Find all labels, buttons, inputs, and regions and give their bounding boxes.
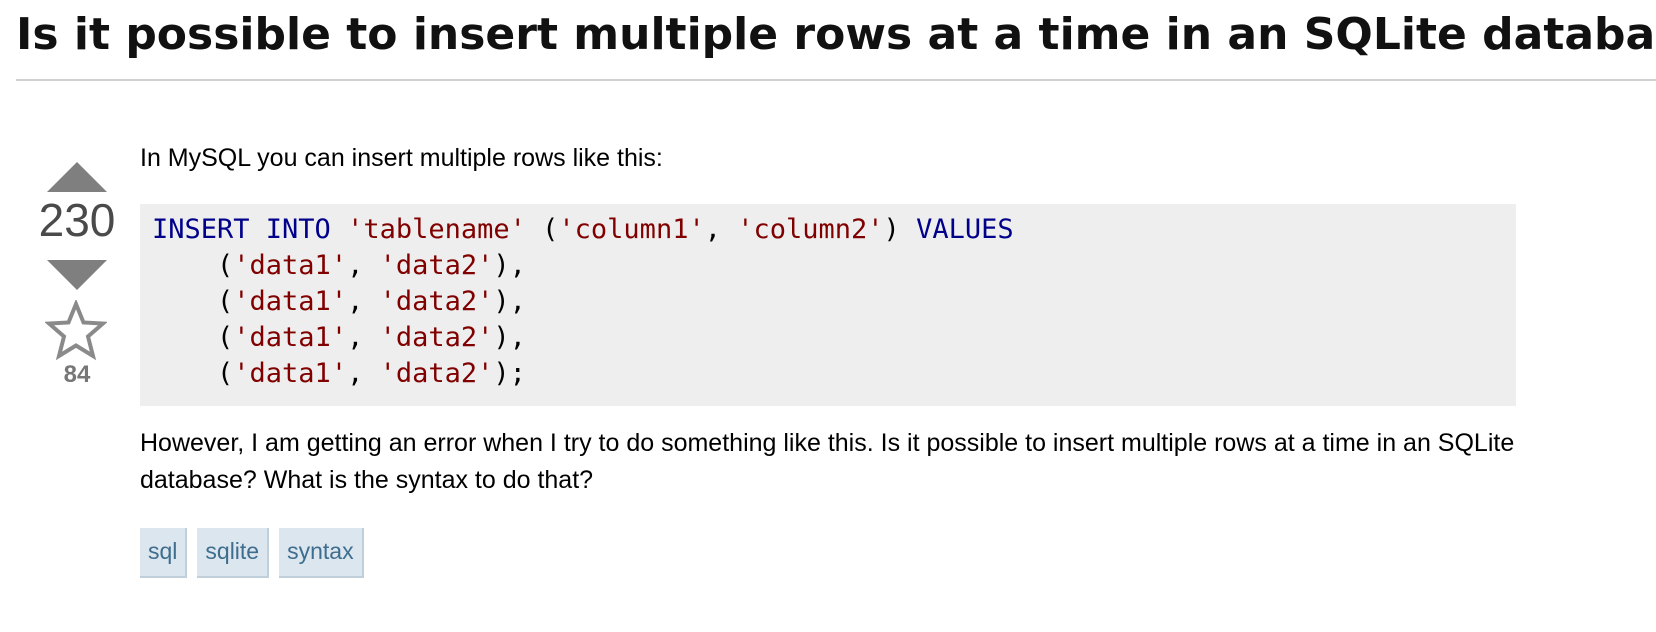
code-punct: ), [493,322,526,353]
tag-sqlite[interactable]: sqlite [197,528,270,578]
code-punct: , [347,358,380,389]
code-string: 'data2' [379,250,494,281]
tag-sql[interactable]: sql [140,528,188,578]
code-string: 'column2' [737,214,884,245]
upvote-arrow-icon[interactable] [47,162,107,192]
code-punct: ); [493,358,526,389]
code-string: 'data1' [233,286,348,317]
code-punct: , [347,286,380,317]
code-string: 'data1' [233,358,348,389]
code-punct: ( [152,358,234,389]
favorite-star-icon[interactable] [45,300,107,362]
code-line: INSERT INTO 'tablename' ('column1', 'col… [152,212,1504,248]
code-punct: ( [152,322,234,353]
intro-paragraph: In MySQL you can insert multiple rows li… [140,144,663,172]
title-divider [16,79,1656,81]
code-line: ('data1', 'data2'), [152,320,1504,356]
code-string: 'column1' [558,214,705,245]
code-string: 'data1' [233,250,348,281]
code-line: ('data1', 'data2'), [152,248,1504,284]
tag-syntax[interactable]: syntax [279,528,364,578]
code-punct [331,214,347,245]
downvote-arrow-icon[interactable] [47,260,107,290]
code-punct: ), [493,286,526,317]
code-punct: , [704,214,738,245]
code-punct: , [347,250,380,281]
question-title[interactable]: Is it possible to insert multiple rows a… [16,4,1656,66]
code-string: 'data2' [379,322,494,353]
code-string: 'data1' [233,322,348,353]
followup-paragraph: However, I am getting an error when I tr… [140,429,1515,494]
code-keyword: VALUES [916,214,1014,245]
code-line: ('data1', 'data2'); [152,356,1504,392]
code-string: 'data2' [379,358,494,389]
code-punct: ( [525,214,559,245]
code-string: 'tablename' [347,214,526,245]
vote-count: 230 [38,194,116,246]
code-line: ('data1', 'data2'), [152,284,1504,320]
code-punct: ( [152,286,234,317]
code-punct: , [347,322,380,353]
code-punct: ( [152,250,234,281]
tag-list: sql sqlite syntax [140,528,364,578]
favorite-count: 84 [63,361,91,388]
question-page: Is it possible to insert multiple rows a… [0,0,1656,632]
code-keyword: INSERT INTO [152,214,331,245]
code-string: 'data2' [379,286,494,317]
code-block: INSERT INTO 'tablename' ('column1', 'col… [140,204,1516,406]
code-punct: ), [493,250,526,281]
code-punct: ) [883,214,917,245]
